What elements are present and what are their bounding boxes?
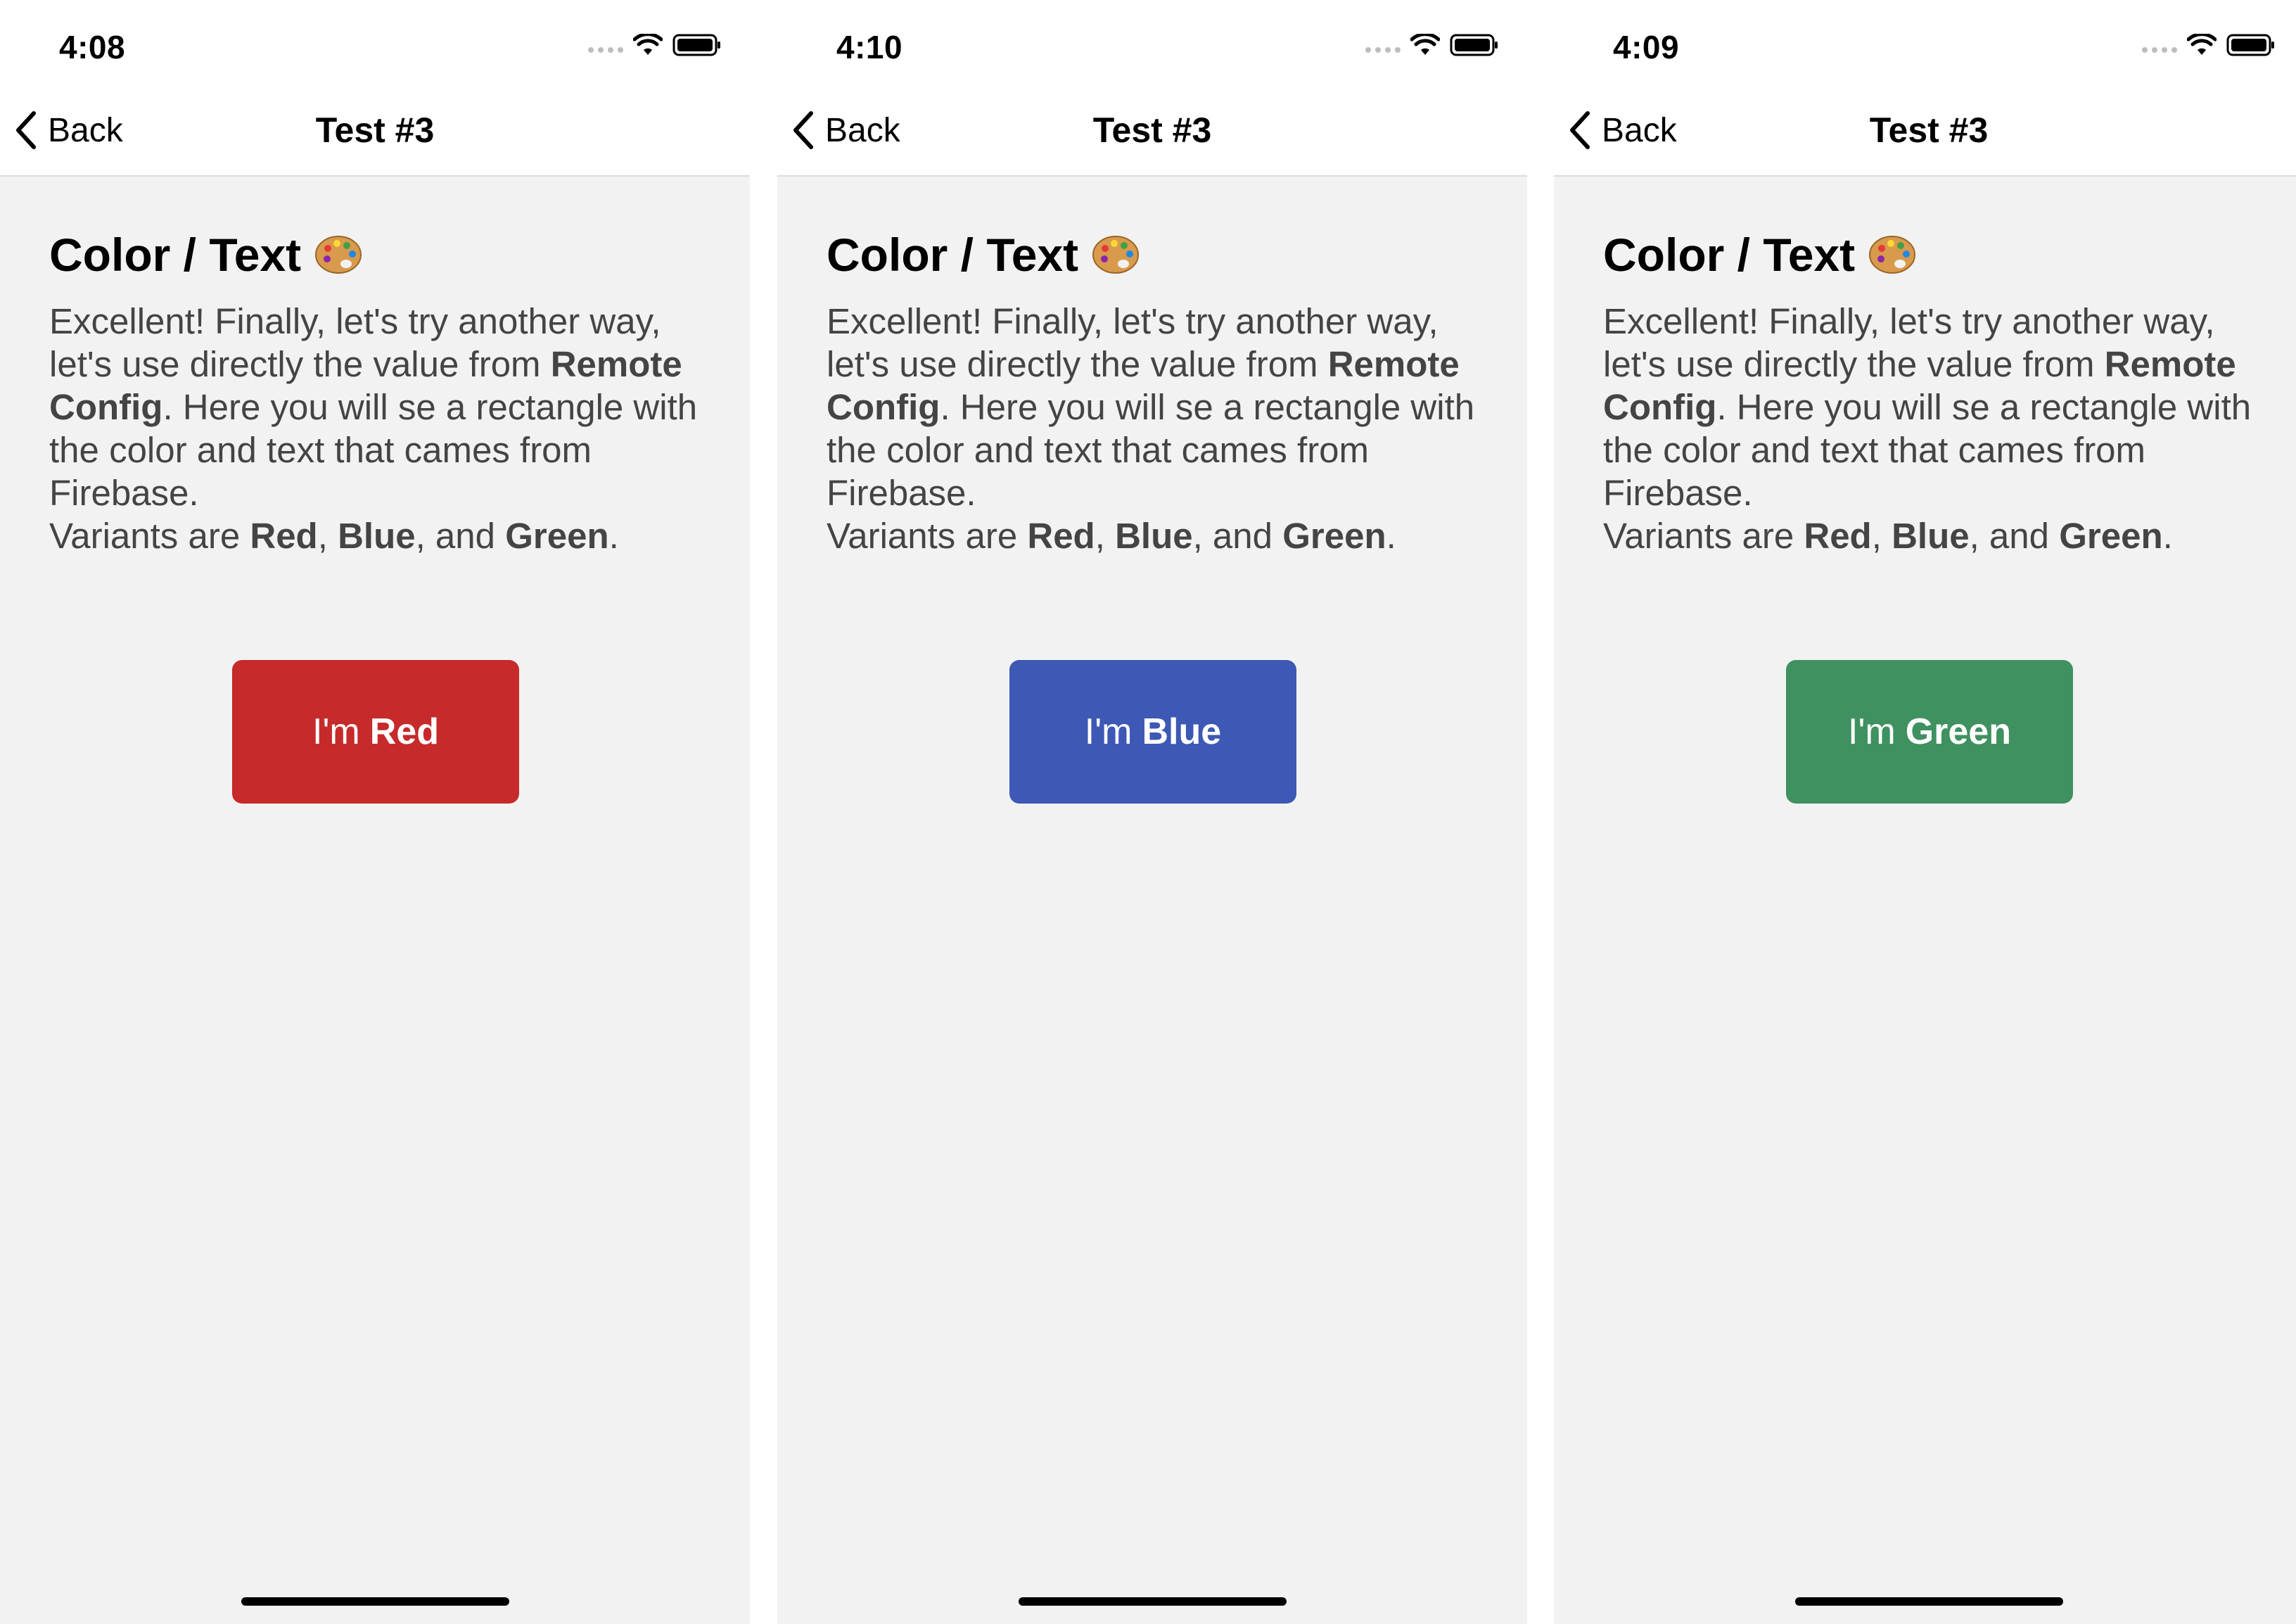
home-indicator[interactable] bbox=[1019, 1597, 1287, 1606]
status-time: 4:10 bbox=[836, 29, 903, 65]
artist-palette-icon bbox=[1092, 236, 1140, 274]
variant-red: Red bbox=[1027, 516, 1095, 556]
button-prefix: I'm bbox=[312, 711, 360, 752]
status-time: 4:08 bbox=[59, 29, 126, 65]
variants-separator: , bbox=[1871, 516, 1892, 556]
variant-red: Red bbox=[1804, 516, 1872, 556]
nav-title: Test #3 bbox=[1869, 110, 1989, 150]
button-color-name: Blue bbox=[1142, 711, 1222, 752]
variant-blue: Blue bbox=[1892, 516, 1970, 556]
button-prefix: I'm bbox=[1084, 711, 1133, 752]
variants-separator: , and bbox=[415, 516, 506, 556]
heading-text: Color / Text bbox=[827, 229, 1079, 281]
screenshots-row: 4:08 Back Test #3 Color / Text Excellent… bbox=[0, 0, 2296, 1624]
variants-prefix: Variants are bbox=[1603, 516, 1804, 556]
cellular-signal-icon bbox=[588, 47, 623, 53]
button-color-name: Red bbox=[369, 711, 439, 752]
navigation-bar: Back Test #3 bbox=[777, 84, 1527, 177]
heading-text: Color / Text bbox=[49, 229, 302, 281]
status-icons bbox=[2142, 31, 2276, 59]
navigation-bar: Back Test #3 bbox=[1554, 84, 2296, 177]
variant-red: Red bbox=[250, 516, 318, 556]
button-color-name: Green bbox=[1905, 711, 2011, 752]
variant-blue: Blue bbox=[1115, 516, 1193, 556]
nav-title: Test #3 bbox=[1092, 110, 1212, 150]
phone-screen-blue: 4:10 Back Test #3 Color / Text Excellent… bbox=[777, 0, 1527, 1624]
variants-separator: , bbox=[1095, 516, 1116, 556]
variants-period: . bbox=[1386, 516, 1396, 556]
status-bar: 4:08 bbox=[0, 0, 750, 84]
variants-period: . bbox=[2162, 516, 2173, 556]
cellular-signal-icon bbox=[1365, 47, 1401, 53]
phone-screen-green: 4:09 Back Test #3 Color / Text Excellent… bbox=[1554, 0, 2296, 1624]
button-prefix: I'm bbox=[1848, 711, 1896, 752]
status-icons bbox=[588, 31, 722, 59]
artist-palette-icon bbox=[1869, 236, 1916, 274]
description-paragraph: Excellent! Finally, let's try another wa… bbox=[49, 300, 710, 557]
home-indicator[interactable] bbox=[1795, 1597, 2063, 1606]
heading-text: Color / Text bbox=[1603, 229, 1856, 281]
section-heading: Color / Text bbox=[1603, 227, 2264, 283]
wifi-icon bbox=[1410, 34, 1440, 55]
artist-palette-icon bbox=[315, 236, 362, 274]
content: Color / Text Excellent! Finally, let's t… bbox=[827, 227, 1488, 557]
battery-icon bbox=[2226, 34, 2274, 56]
description-paragraph: Excellent! Finally, let's try another wa… bbox=[827, 300, 1488, 557]
section-heading: Color / Text bbox=[49, 227, 710, 283]
color-variant-button[interactable]: I'm Green bbox=[1786, 660, 2073, 804]
variant-blue: Blue bbox=[338, 516, 416, 556]
wifi-icon bbox=[2187, 34, 2217, 55]
section-heading: Color / Text bbox=[827, 227, 1488, 283]
variants-separator: , and bbox=[1192, 516, 1283, 556]
status-bar: 4:09 bbox=[1554, 0, 2296, 84]
variant-green: Green bbox=[1282, 516, 1386, 556]
variant-green: Green bbox=[505, 516, 609, 556]
status-time: 4:09 bbox=[1613, 29, 1680, 65]
phone-screen-red: 4:08 Back Test #3 Color / Text Excellent… bbox=[0, 0, 750, 1624]
battery-icon bbox=[1450, 34, 1498, 56]
content: Color / Text Excellent! Finally, let's t… bbox=[49, 227, 710, 557]
description-paragraph: Excellent! Finally, let's try another wa… bbox=[1603, 300, 2264, 557]
status-bar: 4:10 bbox=[777, 0, 1527, 84]
status-icons bbox=[1365, 31, 1499, 59]
variants-period: . bbox=[608, 516, 619, 556]
color-variant-button[interactable]: I'm Blue bbox=[1009, 660, 1296, 804]
cellular-signal-icon bbox=[2142, 47, 2177, 53]
variants-separator: , bbox=[317, 516, 338, 556]
variant-green: Green bbox=[2059, 516, 2163, 556]
nav-title: Test #3 bbox=[315, 110, 435, 150]
battery-icon bbox=[672, 34, 720, 56]
color-variant-button[interactable]: I'm Red bbox=[232, 660, 519, 804]
home-indicator[interactable] bbox=[241, 1597, 509, 1606]
navigation-bar: Back Test #3 bbox=[0, 84, 750, 177]
wifi-icon bbox=[633, 34, 663, 55]
variants-separator: , and bbox=[1969, 516, 2060, 556]
content: Color / Text Excellent! Finally, let's t… bbox=[1603, 227, 2264, 557]
variants-prefix: Variants are bbox=[49, 516, 250, 556]
variants-prefix: Variants are bbox=[827, 516, 1028, 556]
